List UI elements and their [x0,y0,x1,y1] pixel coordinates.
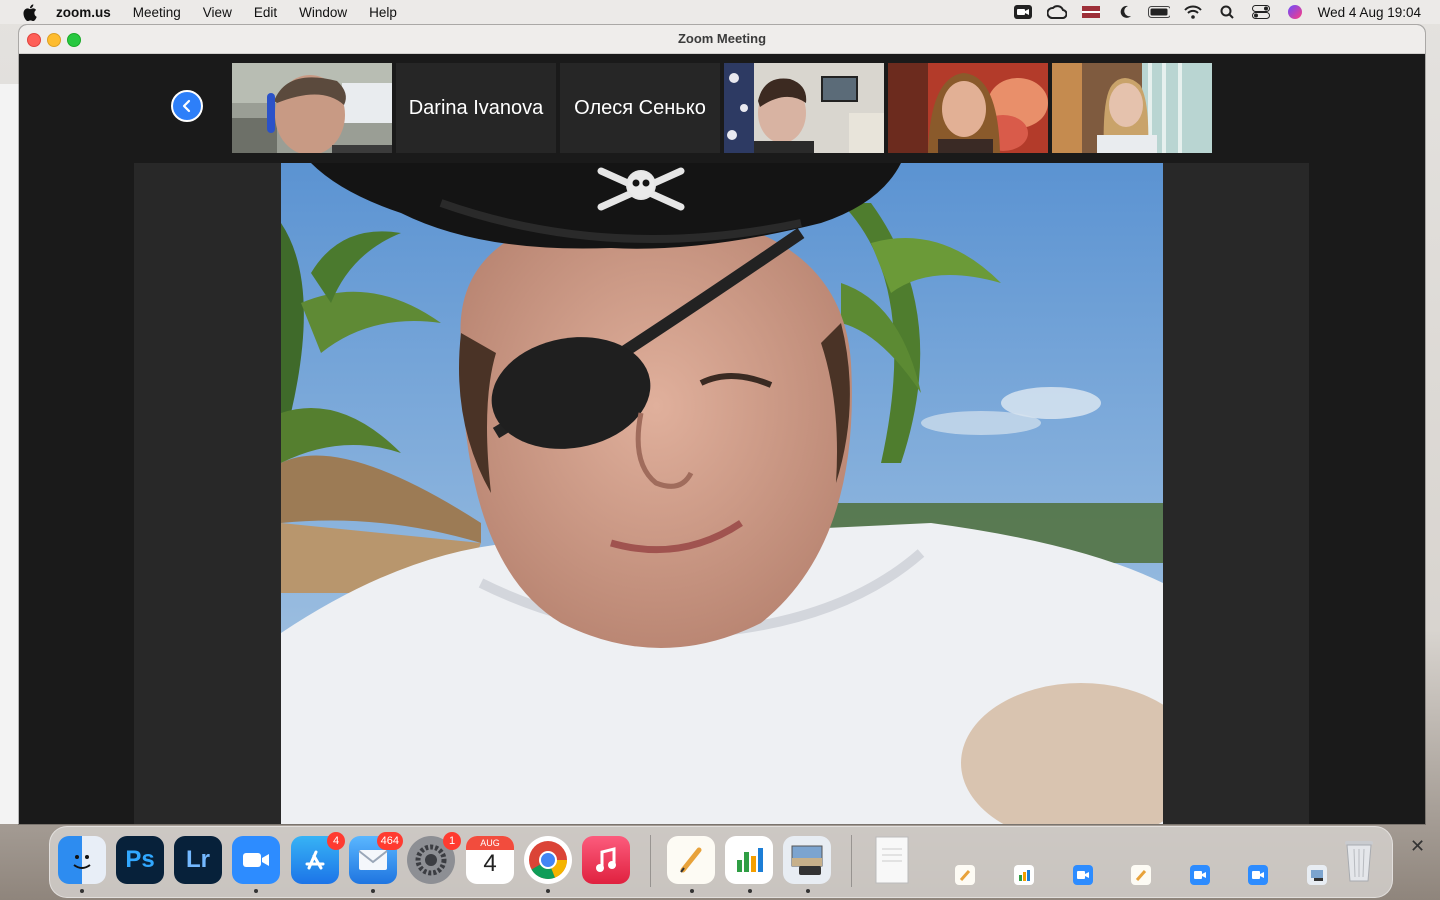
speaker-video-frame [281,163,1163,824]
menu-app-name[interactable]: zoom.us [56,5,111,20]
minimized-pages-window-icon[interactable] [955,865,975,885]
numbers-icon[interactable] [725,836,773,884]
control-center-icon[interactable] [1250,4,1272,20]
menu-window[interactable]: Window [299,5,347,20]
photoshop-icon[interactable]: Ps [116,836,164,884]
window-title: Zoom Meeting [677,31,767,46]
close-icon[interactable]: ✕ [1410,836,1425,857]
minimized-numbers-window-icon[interactable] [1014,865,1034,885]
active-speaker-area [134,163,1309,824]
participant-strip: Darina Ivanova Олеся Сенько [232,63,1216,153]
menu-meeting[interactable]: Meeting [133,5,181,20]
menu-clock[interactable]: Wed 4 Aug 19:04 [1318,5,1421,20]
menu-view[interactable]: View [203,5,232,20]
battery-icon[interactable] [1147,4,1170,20]
system-preferences-icon[interactable]: 1 [407,832,461,884]
chevron-left-icon [182,99,191,113]
zoom-status-icon[interactable] [1012,4,1034,20]
pages-running-indicator [690,889,694,893]
minimized-zoom-window-icon[interactable] [1073,865,1093,885]
language-flag-icon[interactable] [1080,4,1102,20]
finder-icon[interactable] [58,836,106,884]
zoom-running-indicator [254,889,258,893]
downloads-stack-icon[interactable] [868,836,916,884]
app-store-badge: 4 [327,832,345,850]
menu-bar: zoom.us Meeting View Edit Window Help We… [0,0,1440,24]
participant-video-tile-4[interactable] [724,63,884,153]
participant-name: Олеся Сенько [574,96,706,119]
lightroom-label: Lr [186,846,210,873]
numbers-running-indicator [748,889,752,893]
dock-separator-2 [851,835,852,887]
calendar-month: AUG [466,836,514,850]
active-speaker-video[interactable] [281,163,1163,824]
siri-icon[interactable] [1284,4,1306,20]
wifi-icon[interactable] [1182,4,1204,20]
minimized-pages-window-icon-2[interactable] [1131,865,1151,885]
previous-page-button[interactable] [171,90,203,122]
participant-video-tile-6[interactable] [1052,63,1212,153]
spotlight-search-icon[interactable] [1216,4,1238,20]
minimized-zoom-window-icon-2[interactable] [1190,865,1210,885]
window-titlebar: Zoom Meeting [19,25,1425,54]
zoom-meeting-window: Zoom Meeting Darina Ivanova Олеся Сенько [19,25,1425,824]
participant-video-6 [1052,63,1212,153]
participant-video-5 [888,63,1048,153]
zoom-app-icon[interactable] [232,836,280,884]
mail-icon[interactable]: 464 [349,832,403,884]
trash-icon[interactable] [1335,836,1383,884]
music-icon[interactable] [582,836,630,884]
preview-running-indicator [806,889,810,893]
photoshop-label: Ps [125,846,155,873]
minimized-zoom-window-icon-3[interactable] [1248,865,1268,885]
calendar-icon[interactable]: AUG 4 [466,836,514,884]
dock-separator [650,835,651,887]
participant-video-1 [232,63,392,153]
finder-running-indicator [80,889,84,893]
chrome-icon[interactable] [524,836,572,884]
participant-name-tile-3[interactable]: Олеся Сенько [560,63,720,153]
menu-edit[interactable]: Edit [254,5,277,20]
app-store-icon[interactable]: 4 [291,832,345,884]
apple-menu-icon[interactable] [18,0,42,24]
focus-moon-icon[interactable] [1114,4,1136,20]
preview-icon[interactable] [783,836,831,884]
participant-video-tile-5[interactable] [888,63,1048,153]
chrome-running-indicator [546,889,550,893]
mail-running-indicator [371,889,375,893]
mail-badge: 464 [376,832,403,850]
participant-video-4 [724,63,884,153]
menu-help[interactable]: Help [369,5,397,20]
participant-name-tile-2[interactable]: Darina Ivanova [396,63,556,153]
meeting-content: Darina Ivanova Олеся Сенько [19,54,1425,824]
system-preferences-badge: 1 [443,832,461,850]
creative-cloud-icon[interactable] [1046,4,1068,20]
lightroom-icon[interactable]: Lr [174,836,222,884]
pages-icon[interactable] [667,836,715,884]
dock: Ps Lr 4 464 1 AUG 4 [49,826,1393,898]
participant-video-tile-1[interactable] [232,63,392,153]
participant-name: Darina Ivanova [408,96,544,119]
minimized-preview-window-icon[interactable] [1307,865,1327,885]
calendar-day: 4 [483,850,497,877]
